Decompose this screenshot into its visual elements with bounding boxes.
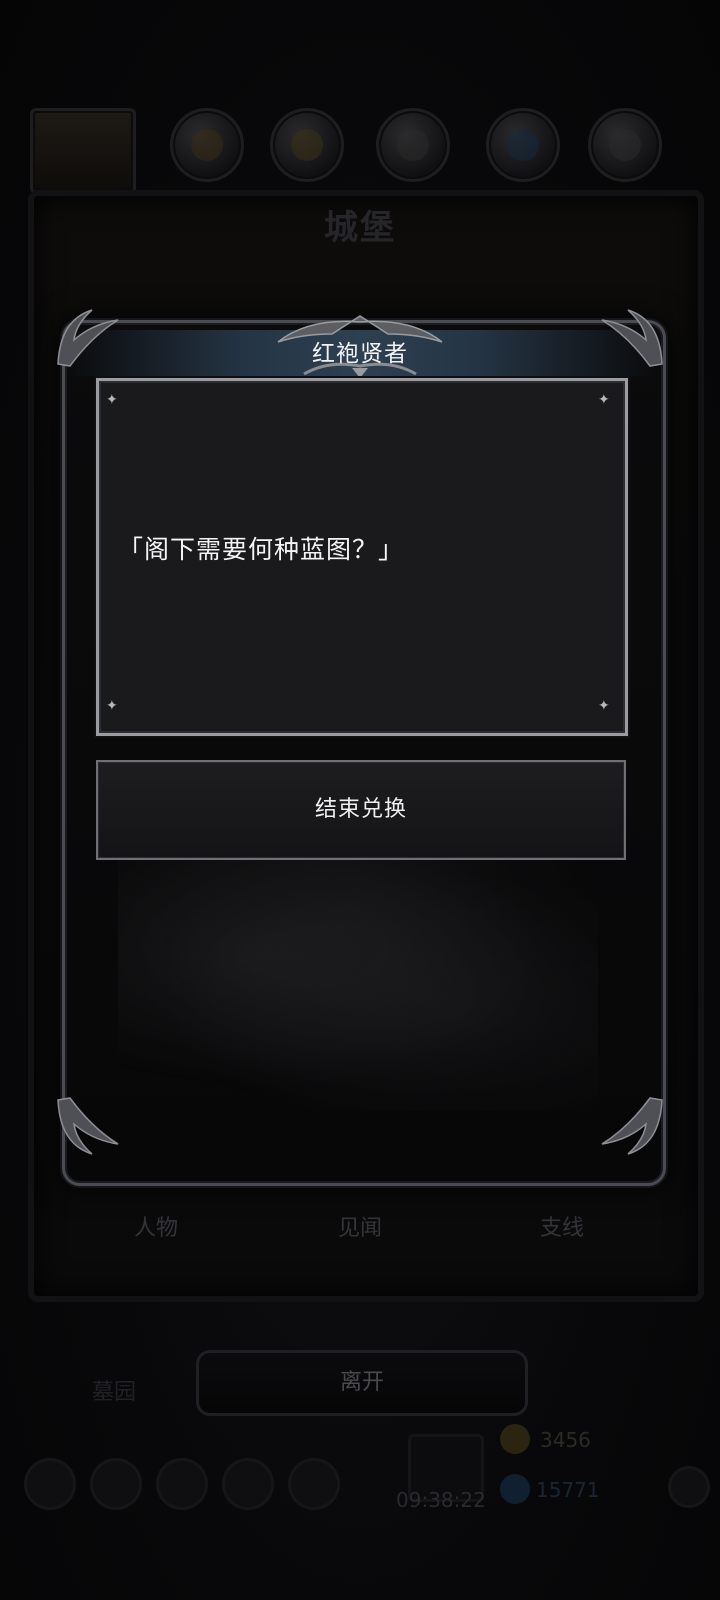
tab-characters[interactable]: 人物	[134, 1210, 178, 1242]
resource-crystal-icon[interactable]	[486, 108, 560, 182]
speaker-name: 红袍贤者	[312, 341, 408, 367]
settings-gear-icon[interactable]	[668, 1466, 710, 1508]
sparkle-icon: ✦	[106, 698, 118, 714]
castle-title: 城堡	[324, 208, 396, 248]
gold-coin-icon	[500, 1424, 530, 1454]
gem-amount: 15771	[536, 1478, 600, 1502]
menu-round-button-2[interactable]	[90, 1458, 142, 1510]
resource-ore-icon[interactable]	[270, 108, 344, 182]
graveyard-label[interactable]: 墓园	[92, 1374, 136, 1406]
sparkle-icon: ✦	[598, 698, 610, 714]
leave-button[interactable]: 离开	[196, 1350, 528, 1416]
gift-timer: 09:38:22	[396, 1488, 486, 1512]
end-exchange-button[interactable]: 结束兑换	[96, 760, 626, 860]
menu-round-button-3[interactable]	[156, 1458, 208, 1510]
gem-icon	[500, 1474, 530, 1504]
menu-round-button-5[interactable]	[288, 1458, 340, 1510]
menu-round-button-4[interactable]	[222, 1458, 274, 1510]
resource-wood-icon[interactable]	[170, 108, 244, 182]
dialog-background-texture	[118, 850, 598, 1110]
resource-stone-icon[interactable]	[376, 108, 450, 182]
dialog-message: 「阁下需要何种蓝图？」	[118, 535, 405, 564]
sparkle-icon: ✦	[598, 392, 610, 408]
character-portrait[interactable]	[30, 108, 136, 194]
resource-iron-icon[interactable]	[588, 108, 662, 182]
ornament-corner-bottom-left-icon	[57, 1097, 119, 1155]
tab-events[interactable]: 见闻	[338, 1210, 382, 1242]
ornament-corner-bottom-right-icon	[601, 1097, 663, 1155]
menu-round-button-1[interactable]	[24, 1458, 76, 1510]
gold-amount: 3456	[540, 1428, 591, 1452]
tab-sidequests[interactable]: 支线	[540, 1210, 584, 1242]
sparkle-icon: ✦	[106, 392, 118, 408]
